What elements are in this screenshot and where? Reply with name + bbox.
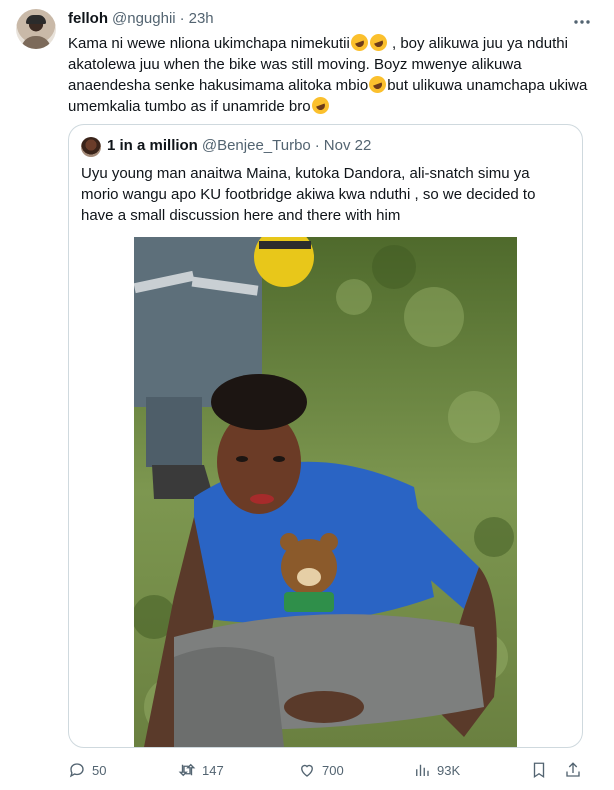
quoted-tweet[interactable]: 1 in a million @Benjee_Turbo · Nov 22 Uy… bbox=[68, 124, 583, 748]
rofl-emoji-icon bbox=[309, 94, 332, 117]
photo-illustration bbox=[134, 237, 517, 747]
quoted-author-avatar bbox=[81, 137, 101, 157]
quoted-timestamp: Nov 22 bbox=[323, 137, 372, 154]
laughing-emoji-icon bbox=[348, 31, 371, 54]
quoted-separator: · bbox=[314, 137, 320, 154]
author-handle[interactable]: @ngughii bbox=[112, 10, 176, 27]
bookmark-button[interactable] bbox=[530, 758, 548, 782]
tweet-text: Kama ni wewe nliona ukimchapa nimekutii … bbox=[68, 31, 596, 117]
tweet-text-part1: Kama ni wewe nliona ukimchapa nimekutii bbox=[68, 35, 350, 52]
tweet-timestamp[interactable]: 23h bbox=[189, 10, 214, 27]
reply-icon bbox=[69, 763, 84, 778]
avatar-cap bbox=[26, 15, 46, 24]
view-count: 93K bbox=[437, 762, 461, 778]
quoted-text: Uyu young man anaitwa Maina, kutoka Dand… bbox=[81, 165, 536, 224]
avatar-shoulders bbox=[21, 36, 51, 49]
author-avatar[interactable] bbox=[16, 9, 56, 49]
quoted-header: 1 in a million @Benjee_Turbo · Nov 22 bbox=[107, 137, 371, 154]
header-separator: · bbox=[179, 10, 185, 27]
like-count: 700 bbox=[322, 762, 344, 778]
share-button[interactable] bbox=[564, 758, 582, 782]
views-chart-icon bbox=[416, 764, 429, 776]
views-button[interactable]: 93K bbox=[413, 758, 460, 782]
like-button[interactable]: 700 bbox=[298, 758, 344, 782]
retweet-button[interactable]: 147 bbox=[178, 758, 224, 782]
tweet-header: felloh @ngughii · 23h bbox=[68, 10, 214, 27]
reply-count: 50 bbox=[92, 762, 107, 778]
rofl-emoji-icon bbox=[366, 73, 389, 96]
reply-button[interactable]: 50 bbox=[68, 758, 106, 782]
retweet-icon bbox=[178, 763, 196, 777]
ellipsis-icon[interactable] bbox=[572, 12, 592, 32]
heart-icon bbox=[301, 764, 313, 777]
tweet[interactable]: felloh @ngughii · 23h Kama ni wewe nlion… bbox=[0, 0, 614, 790]
retweet-count: 147 bbox=[202, 762, 224, 778]
quoted-handle: @Benjee_Turbo bbox=[201, 137, 311, 154]
share-icon bbox=[566, 762, 580, 777]
tweet-actions: 50 147 700 93K bbox=[68, 758, 588, 782]
laughing-emoji-icon bbox=[367, 31, 390, 54]
author-display-name[interactable]: felloh bbox=[68, 10, 108, 27]
quoted-photo[interactable] bbox=[134, 237, 517, 747]
quoted-display-name: 1 in a million bbox=[107, 137, 198, 154]
bookmark-icon bbox=[533, 762, 545, 779]
